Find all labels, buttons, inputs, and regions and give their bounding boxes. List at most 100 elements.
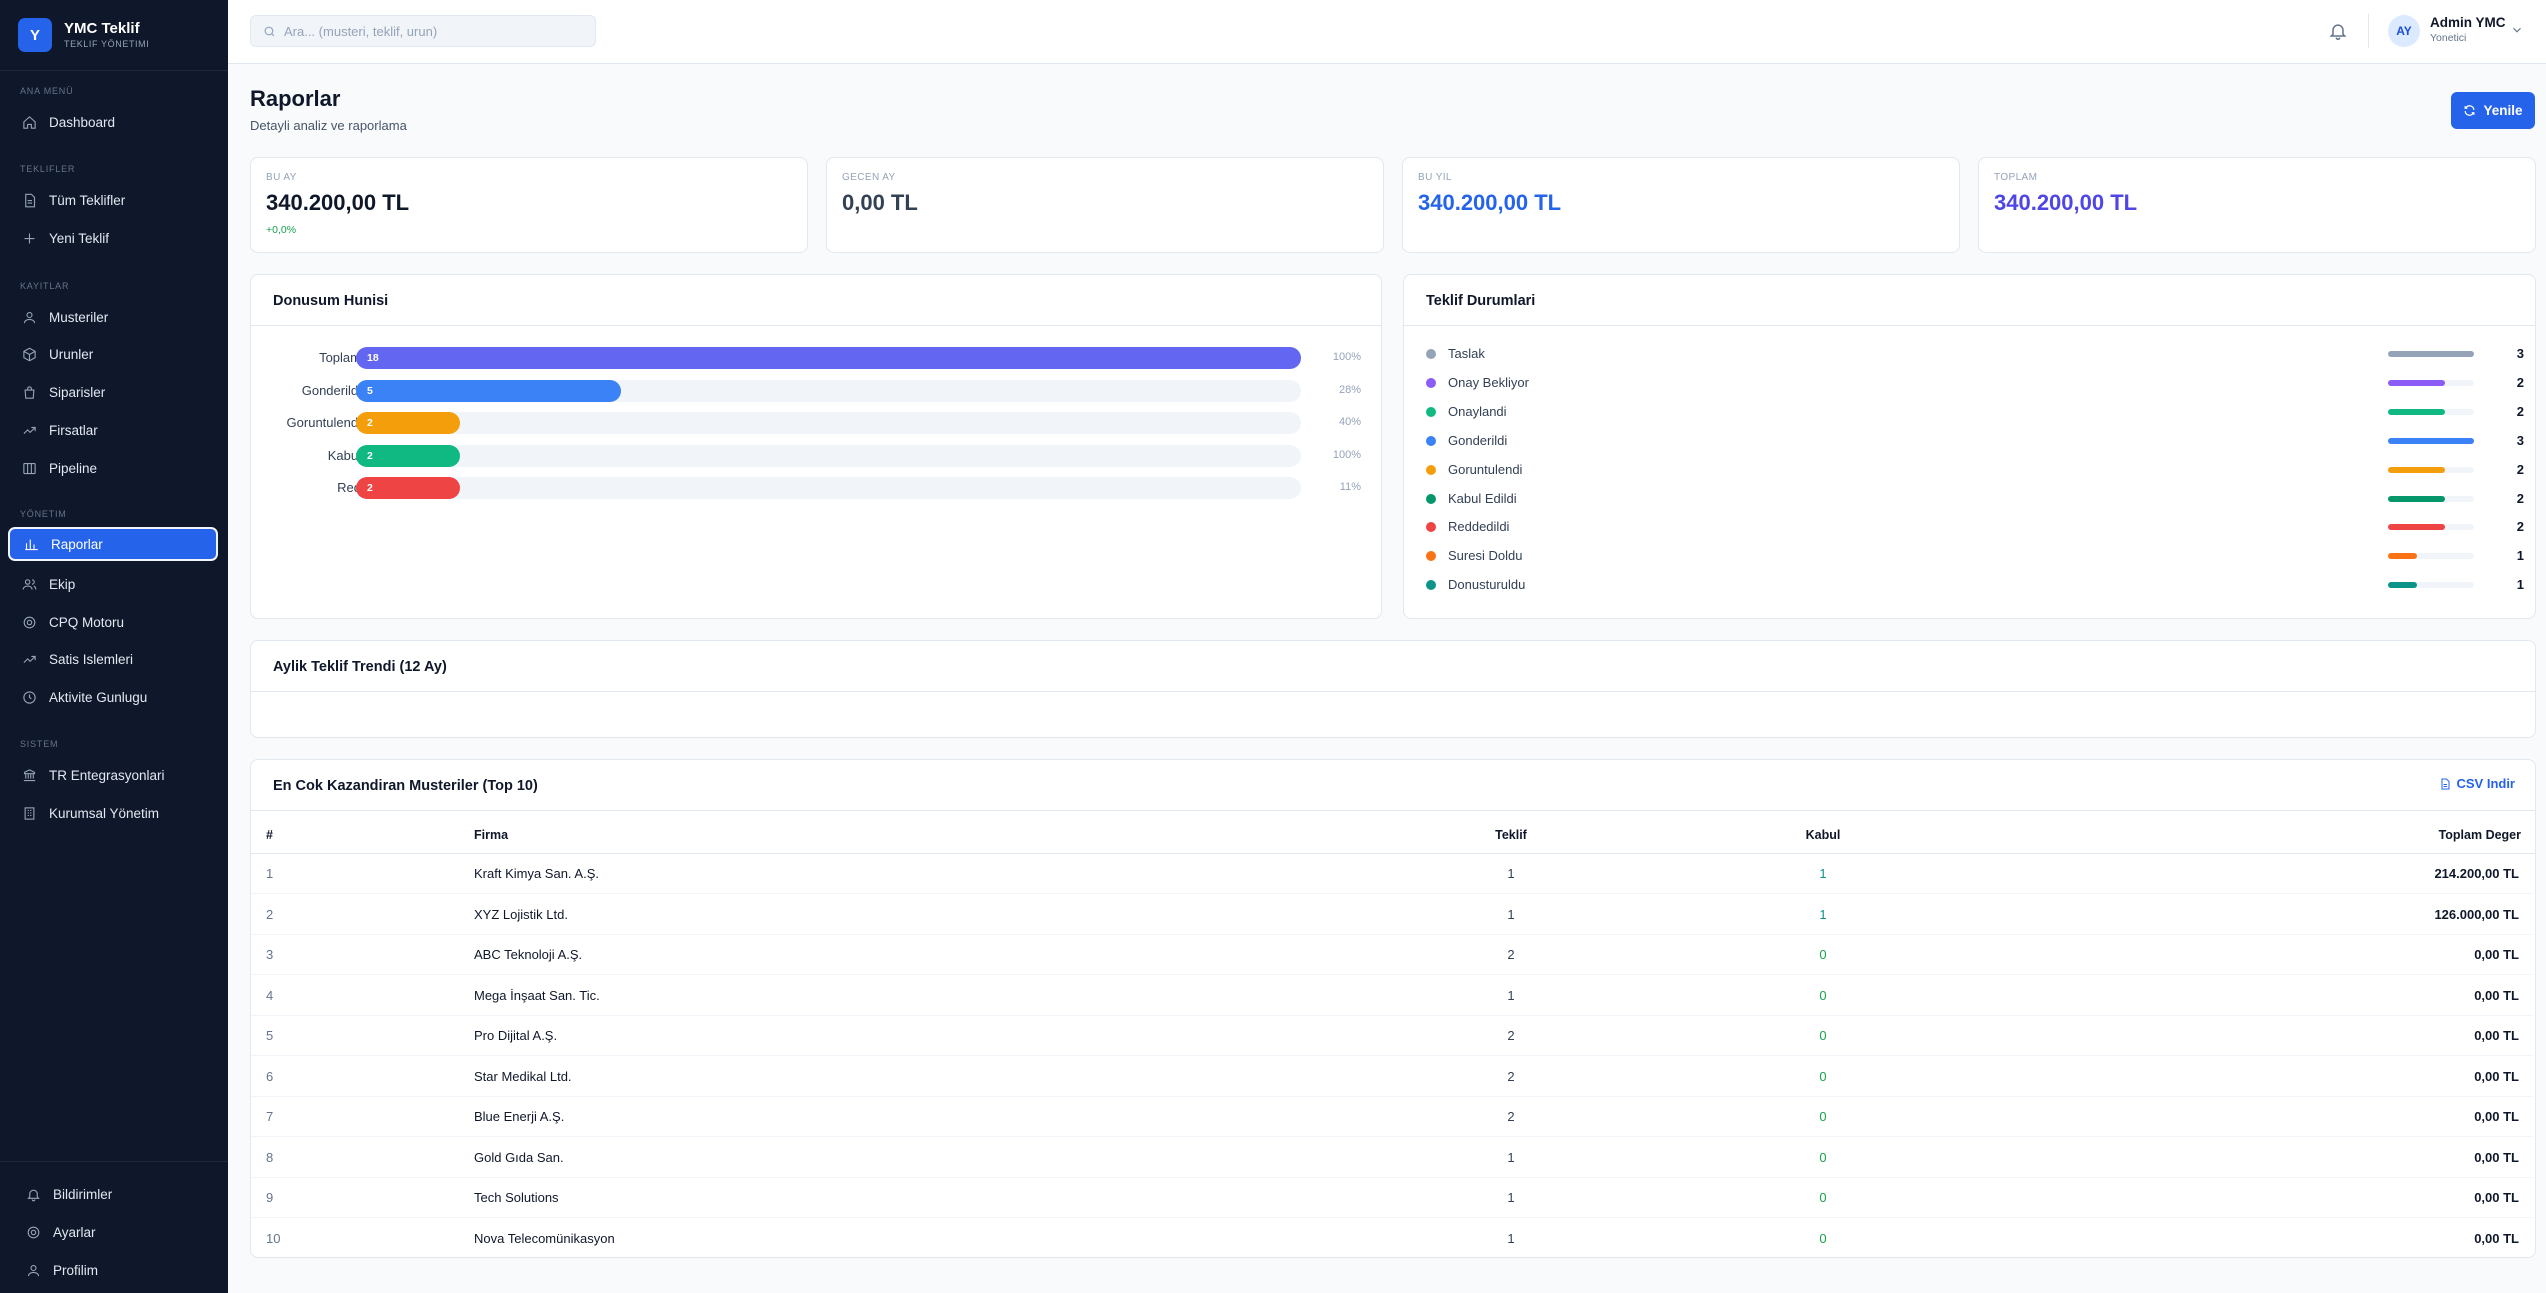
csv-download-button[interactable]: CSV Indir [2439,776,2515,791]
status-count: 2 [2516,403,2524,419]
stat-value: 340.200,00 TL [1994,190,2138,215]
funnel-count: 18 [367,352,379,364]
bag-icon [24,385,35,399]
brand[interactable]: Y YMC Teklif TEKLIF YÖNETIMI [0,0,228,71]
sidebar-item-tr-integrations[interactable]: TR Entegrasyonlari [8,758,218,792]
cell-rank: 4 [266,987,274,1003]
status-count: 2 [2516,490,2524,506]
sidebar-item-pipeline[interactable]: Pipeline [8,451,218,485]
avatar[interactable]: AY [2388,15,2420,47]
status-track [2388,351,2474,357]
refresh-button[interactable]: Yenile [2451,92,2535,129]
sidebar-item-label: Yeni Teklif [49,230,110,246]
cell-firm: Pro Dijital A.Ş. [474,1028,558,1043]
funnel-percent: 100% [1332,448,1361,461]
cell-offers: 2 [1507,1028,1515,1043]
divider [2368,14,2369,48]
divider [1404,325,2535,326]
sidebar-item-label: Siparisler [49,384,106,400]
card-title: En Cok Kazandiran Musteriler (Top 10) [273,778,538,794]
sidebar-item-team[interactable]: Ekip [8,567,218,601]
table-row[interactable]: 6 Star Medikal Ltd. 2 0 0,00 TL [251,1057,2533,1097]
status-track [2388,379,2474,386]
document-icon [25,193,36,207]
sidebar-item-all-offers[interactable]: Tüm Teklifler [8,183,218,217]
search-input[interactable] [284,23,584,39]
sidebar-item-products[interactable]: Urunler [8,337,218,371]
top-bar: AY Admin YMC Yonetici [228,0,2546,64]
table-row[interactable]: 2 XYZ Lojistik Ltd. 1 1 126.000,00 TL [251,895,2533,935]
table-row[interactable]: 5 Pro Dijital A.Ş. 2 0 0,00 TL [251,1016,2533,1056]
sidebar-item-profile[interactable]: Profilim [12,1253,222,1287]
conversion-funnel-card: Donusum Hunisi Toplam 18 100% Gonderildi 5 28… [250,274,1382,619]
sidebar-item-sales-ops[interactable]: Satis Islemleri [8,642,218,676]
sidebar-item-label: CPQ Motoru [49,614,125,630]
funnel-bar: 18 [356,347,1301,369]
funnel-percent: 40% [1338,416,1361,428]
column-header[interactable]: Firma [474,828,508,842]
cell-accepted: 0 [1819,1068,1827,1084]
sidebar-item-new-offer[interactable]: Yeni Teklif [8,221,218,255]
funnel-track: 5 [356,379,1301,402]
sidebar-item-label: Pipeline [49,460,98,476]
table-row[interactable]: 4 Mega İnşaat San. Tic. 1 0 0,00 TL [251,976,2533,1016]
sidebar-item-corporate[interactable]: Kurumsal Yönetim [8,796,218,830]
stat-label: BU YIL [1418,172,1452,183]
stat-card-last-month: GECEN AY 0,00 TL [826,157,1384,253]
sidebar-item-label: Ayarlar [53,1224,96,1240]
status-count: 1 [2516,577,2524,593]
status-track [2388,524,2474,531]
sidebar-item-orders[interactable]: Siparisler [8,375,218,409]
status-fill [2388,408,2446,415]
sidebar-item-dashboard[interactable]: Dashboard [8,105,218,139]
cell-rank: 9 [266,1190,274,1205]
sidebar-item-settings[interactable]: Ayarlar [12,1215,222,1249]
sidebar-item-customers[interactable]: Musteriler [8,300,218,334]
table-row[interactable]: 8 Gold Gıda San. 1 0 0,00 TL [251,1138,2533,1178]
status-track [2388,437,2474,444]
table-row[interactable]: 10 Nova Telecomünikasyon 1 0 0,00 TL [251,1219,2533,1259]
stat-label: TOPLAM [1994,172,2038,183]
user-name[interactable]: Admin YMC [2430,15,2506,30]
table-row[interactable]: 3 ABC Teknoloji A.Ş. 2 0 0,00 TL [251,935,2533,975]
file-icon [2441,778,2450,789]
sidebar-item-cpq[interactable]: CPQ Motoru [8,605,218,639]
status-label: Goruntulendi [1448,461,1523,477]
status-track [2388,582,2474,589]
stat-value: 340.200,00 TL [1418,190,1562,215]
column-header[interactable]: Toplam Deger [2439,828,2521,842]
sidebar-item-activity-log[interactable]: Aktivite Gunlugu [8,680,218,714]
table-row[interactable]: 1 Kraft Kimya San. A.Ş. 1 1 214.200,00 TL [251,854,2533,894]
cell-accepted: 1 [1819,866,1827,881]
search-box[interactable] [250,15,596,47]
cell-rank: 10 [266,1230,281,1246]
status-fill [2388,379,2446,386]
funnel-count: 2 [367,482,373,494]
brand-subtitle: TEKLIF YÖNETIMI [64,38,150,49]
status-label: Onay Bekliyor [1448,374,1529,390]
cell-firm: Nova Telecomünikasyon [474,1230,615,1246]
chevron-down-icon[interactable] [2510,23,2524,37]
column-header[interactable]: Teklif [1471,828,1551,842]
bell-icon [27,1189,40,1201]
status-fill [2388,351,2474,357]
status-row: Suresi Doldu 1 [1426,546,2524,566]
sidebar-item-notifications[interactable]: Bildirimler [12,1177,222,1211]
cell-total: 0,00 TL [2474,1068,2519,1084]
table-row[interactable]: 9 Tech Solutions 1 0 0,00 TL [251,1178,2533,1218]
status-label: Kabul Edildi [1448,490,1517,506]
status-count: 1 [2516,548,2524,564]
table-row[interactable]: 7 Blue Enerji A.Ş. 2 0 0,00 TL [251,1097,2533,1137]
stat-card-this-year: BU YIL 340.200,00 TL [1402,157,1960,253]
sidebar-item-reports[interactable]: Raporlar [8,527,218,561]
sidebar-item-opportunities[interactable]: Firsatlar [8,413,218,447]
funnel-count: 2 [367,449,373,462]
cell-rank: 6 [266,1068,274,1084]
column-header[interactable]: # [266,828,273,842]
status-dot [1426,349,1436,359]
notification-bell-icon[interactable] [2328,21,2348,41]
divider [251,810,2535,811]
column-header[interactable]: Kabul [1783,828,1863,842]
cell-offers: 1 [1507,906,1515,922]
cell-total: 0,00 TL [2474,1028,2519,1043]
